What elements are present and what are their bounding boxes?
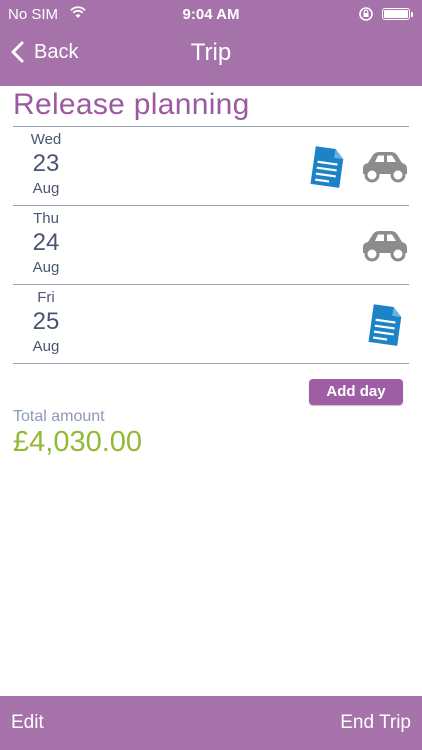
battery-icon — [382, 8, 413, 20]
car-icon — [363, 231, 407, 262]
day-date: Fri 25 Aug — [27, 289, 65, 357]
day-row-thu-24[interactable]: Thu 24 Aug — [13, 206, 409, 284]
day-number: 24 — [32, 229, 60, 256]
total-amount-label: Total amount — [13, 408, 105, 425]
day-row-wed-23[interactable]: Wed 23 Aug — [13, 127, 409, 205]
rotation-lock-icon — [358, 6, 374, 26]
status-bar: No SIM 9:04 AM — [0, 0, 422, 30]
day-row-fri-25[interactable]: Fri 25 Aug — [13, 285, 409, 363]
divider — [13, 363, 409, 364]
document-icon — [368, 304, 402, 346]
nav-title: Trip — [190, 39, 232, 66]
end-trip-button[interactable]: End Trip — [340, 712, 411, 734]
navigation-bar: Back Trip — [0, 30, 422, 86]
trip-title: Release planning — [13, 88, 250, 121]
total-amount-value: £4,030.00 — [13, 426, 143, 458]
bottom-toolbar: Edit End Trip — [0, 696, 422, 750]
day-weekday: Thu — [33, 210, 59, 227]
day-month: Aug — [32, 259, 60, 276]
day-number: 25 — [32, 308, 60, 335]
top-bar: No SIM 9:04 AM Back Trip — [0, 0, 422, 86]
car-icon — [363, 152, 407, 183]
day-date: Wed 23 Aug — [27, 131, 65, 199]
day-date: Thu 24 Aug — [27, 210, 65, 278]
add-day-button[interactable]: Add day — [309, 379, 403, 405]
day-weekday: Fri — [37, 289, 55, 306]
day-month: Aug — [32, 338, 60, 355]
day-number: 23 — [32, 150, 60, 177]
document-icon — [310, 146, 344, 188]
day-weekday: Wed — [30, 131, 62, 148]
edit-button[interactable]: Edit — [11, 712, 44, 734]
day-month: Aug — [32, 180, 60, 197]
